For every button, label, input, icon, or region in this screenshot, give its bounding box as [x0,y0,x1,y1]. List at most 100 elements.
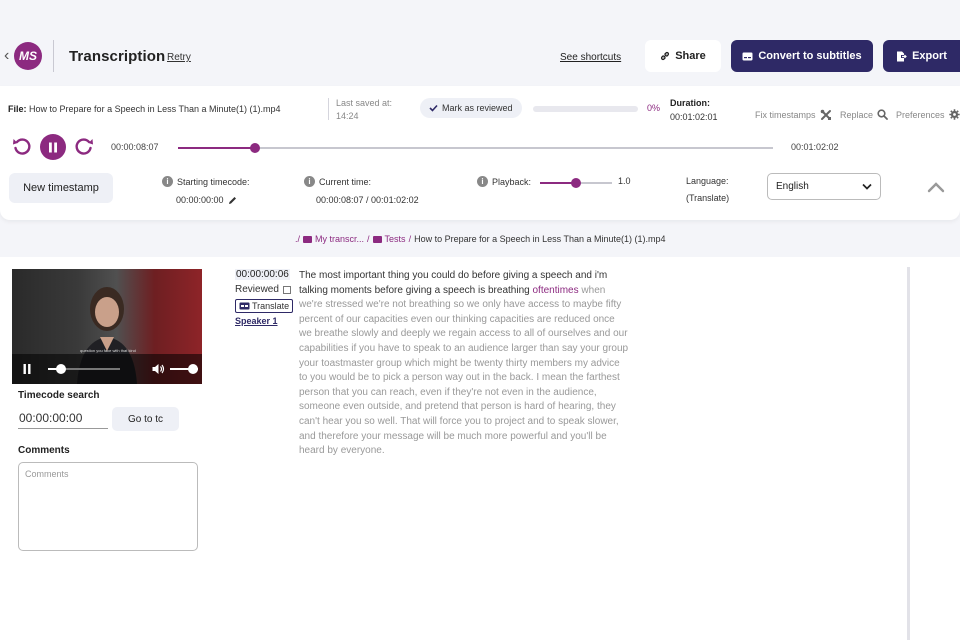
back-chevron-icon[interactable]: ‹ [4,47,9,65]
tools-icon [820,109,831,120]
seek-bar-fill [178,147,256,149]
segment-speaker-link[interactable]: Speaker 1 [235,316,278,326]
breadcrumb-folder-my-transcriptions: My transcr... [315,234,365,244]
volume-icon[interactable] [152,363,165,375]
retry-link[interactable]: Retry [167,52,191,63]
page-title: Transcription [69,48,166,65]
app-logo[interactable]: MS [14,42,42,70]
collapse-panel-chevron-up-icon[interactable] [926,180,946,194]
pencil-icon[interactable] [228,196,237,205]
preferences-button[interactable]: Preferences [896,109,960,120]
breadcrumb-root-label: ./ [295,234,301,244]
playback-label: Playback: [492,176,532,187]
fix-timestamps-button[interactable]: Fix timestamps [755,109,832,121]
current-time-value: 00:00:08:07 / 00:01:02:02 [316,195,419,205]
last-saved: Last saved at: 14:24 [336,97,392,123]
segment-translate-button[interactable]: Translate [235,299,294,313]
breadcrumb: ./ My transcr... / Tests / How to Prepar… [295,234,666,244]
breadcrumb-root[interactable]: ./ My transcr... [295,234,364,244]
last-saved-label: Last saved at: [336,98,393,108]
mark-as-reviewed-button[interactable]: Mark as reviewed [420,98,522,118]
translate-label: (Translate) [686,193,730,203]
forward-icon [75,138,93,155]
preferences-label: Preferences [896,109,945,120]
gear-icon [948,109,960,120]
forward-button[interactable] [72,135,96,159]
file-info: File: How to Prepare for a Speech in Les… [8,104,281,114]
breadcrumb-separator: / [408,234,412,244]
review-progress-bar [533,106,638,112]
volume-slider[interactable] [170,364,198,374]
convert-label: Convert to subtitles [758,50,862,62]
subtitles-icon [742,52,753,60]
playback-field: i Playback: [477,176,531,187]
starting-timecode-label: Starting timecode: [177,176,250,187]
top-bar: ‹ MS Transcription Retry See shortcuts S… [0,0,960,86]
transcript-scrollbar[interactable] [907,267,910,640]
comments-textarea[interactable] [18,462,198,551]
language-selected: English [776,181,809,192]
translate-icon [239,302,250,310]
language-select[interactable]: English [767,173,881,200]
video-seek-handle[interactable] [56,364,66,374]
breadcrumb-current-file: How to Prepare for a Speech in Less Than… [414,234,666,244]
info-icon[interactable]: i [477,176,488,187]
breadcrumb-separator: / [367,234,370,244]
convert-to-subtitles-button[interactable]: Convert to subtitles [731,40,873,72]
video-controls [12,354,202,384]
export-button[interactable]: Export [883,40,960,72]
duration: Duration: 00:01:02:01 [670,96,718,124]
starting-timecode-value: 00:00:00:00 [176,195,224,205]
share-button[interactable]: Share [645,40,721,72]
video-pause-icon[interactable] [23,364,31,374]
main-content: question you face with that kind Timecod… [0,257,960,640]
mark-reviewed-label: Mark as reviewed [442,103,513,113]
info-icon[interactable]: i [304,176,315,187]
export-file-icon [897,51,907,61]
file-name: How to Prepare for a Speech in Less Than… [29,104,281,114]
duration-label: Duration: [670,98,710,108]
new-timestamp-button[interactable]: New timestamp [9,173,113,203]
segment-reviewed-label: Reviewed [235,284,279,295]
segment-transcript-text[interactable]: The most important thing you could do be… [299,269,629,459]
rewind-button[interactable] [10,135,34,159]
player-panel: File: How to Prepare for a Speech in Les… [0,86,960,220]
see-shortcuts-link[interactable]: See shortcuts [560,52,621,63]
starting-timecode: 00:00:00:00 [176,195,237,205]
playback-speed-value: 1.0 [618,176,631,186]
segment-current-word: oftentimes [532,284,579,296]
rewind-icon [13,138,31,155]
segment-reviewed: Reviewed [235,284,291,295]
seek-handle[interactable] [250,143,261,153]
share-label: Share [675,50,706,62]
volume-handle[interactable] [188,364,198,374]
folder-icon [372,235,382,243]
segment-reviewed-checkbox[interactable] [282,285,291,294]
seek-bar[interactable] [178,143,773,153]
header-divider [53,40,54,72]
folder-icon [303,235,313,243]
playback-speed-handle[interactable] [571,178,581,188]
duration-value: 00:01:02:01 [670,112,718,122]
segment-timestamp[interactable]: 00:00:00:06 [235,269,290,280]
info-icon[interactable]: i [162,176,173,187]
link-icon [661,51,670,61]
seek-end-time: 00:01:02:02 [791,142,839,152]
go-to-tc-button[interactable]: Go to tc [112,407,179,431]
timecode-search-input[interactable] [18,407,108,429]
video-player[interactable]: question you face with that kind [12,269,202,384]
review-progress-percent: 0% [647,103,661,113]
fix-timestamps-label: Fix timestamps [755,110,816,120]
video-seek-bar[interactable] [48,364,120,374]
breadcrumb-folder-tests: Tests [384,234,406,244]
breadcrumb-tests[interactable]: Tests [372,234,406,244]
pause-icon [49,142,57,152]
current-time-field: i Current time: [304,176,371,187]
chevron-down-icon [862,183,872,190]
pause-button[interactable] [40,134,66,160]
replace-button[interactable]: Replace [840,109,888,120]
file-label: File: [8,104,27,114]
playback-speed-slider[interactable] [540,178,612,188]
timecode-search-label: Timecode search [18,390,100,401]
export-label: Export [912,50,947,62]
